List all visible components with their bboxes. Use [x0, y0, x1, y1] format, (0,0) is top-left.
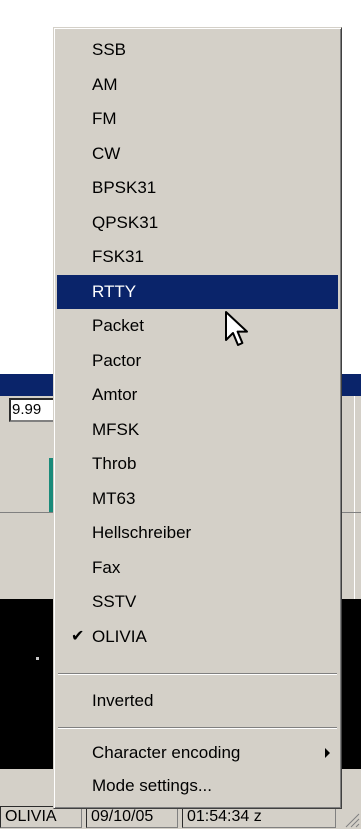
menu-item-label: QPSK31 [92, 212, 159, 232]
menu-item-label: Mode settings... [92, 776, 213, 795]
menu-item-fsk31[interactable]: FSK31 [57, 240, 338, 274]
menu-item-label: SSTV [92, 592, 137, 611]
menu-item-am[interactable]: AM [57, 68, 338, 102]
menu-item-label: RTTY [92, 281, 137, 301]
menu-item-inverted[interactable]: Inverted [57, 684, 338, 718]
menu-item-olivia[interactable]: ✔ OLIVIA [57, 620, 338, 654]
status-mode: OLIVIA [0, 806, 82, 828]
menu-item-fax[interactable]: Fax [57, 551, 338, 585]
app-window-edge [354, 396, 361, 601]
menu-item-pactor[interactable]: Pactor [57, 344, 338, 378]
menu-item-label: Pactor [92, 350, 142, 370]
menu-item-label: Packet [92, 316, 144, 335]
menu-item-mfsk[interactable]: MFSK [57, 413, 338, 447]
menu-item-label: FSK31 [92, 247, 144, 266]
menu-item-label: Inverted [92, 691, 154, 710]
status-time: 01:54:34 z [182, 806, 336, 828]
menu-item-packet[interactable]: Packet [57, 309, 338, 343]
menu-separator [58, 727, 337, 729]
menu-item-qpsk31[interactable]: QPSK31 [57, 206, 338, 240]
menu-item-sstv[interactable]: SSTV [57, 585, 338, 619]
menu-separator [58, 673, 337, 675]
menu-item-label: SSB [92, 40, 127, 59]
menu-item-hellschreiber[interactable]: Hellschreiber [57, 516, 338, 550]
menu-item-label: FM [92, 109, 117, 128]
menu-item-label: BPSK31 [92, 178, 157, 197]
menu-item-amtor[interactable]: Amtor [57, 378, 338, 412]
checkmark-icon: ✔ [71, 627, 85, 645]
submenu-arrow-icon [325, 748, 330, 758]
menu-item-label: Fax [92, 557, 121, 577]
menu-item-label: AM [92, 74, 118, 94]
arrow-pointer-icon [225, 311, 248, 346]
resize-grip-icon[interactable] [340, 806, 360, 828]
menu-item-label: Amtor [92, 385, 138, 404]
menu-item-mt63[interactable]: MT63 [57, 482, 338, 516]
menu-item-label: Character encoding [92, 743, 241, 762]
waterfall-marker [36, 657, 39, 660]
menu-item-label: Throb [92, 454, 137, 473]
menu-item-character-encoding[interactable]: Character encoding [57, 736, 338, 770]
status-date: 09/10/05 [86, 806, 178, 828]
menu-item-label: MT63 [92, 488, 136, 508]
menu-item-label: Hellschreiber [92, 523, 192, 542]
menu-item-ssb[interactable]: SSB [57, 33, 338, 67]
menu-item-bpsk31[interactable]: BPSK31 [57, 171, 338, 205]
menu-item-label: CW [92, 143, 121, 163]
menu-item-label: OLIVIA [92, 626, 147, 646]
menu-item-label: MFSK [92, 419, 140, 439]
menu-item-mode-settings[interactable]: Mode settings... [57, 769, 338, 803]
mode-popup-menu: SSB AM FM CW BPSK31 QPSK31 FSK31 RTTY Packet Pact… [53, 27, 342, 809]
menu-item-rtty[interactable]: RTTY [57, 274, 338, 309]
menu-item-throb[interactable]: Throb [57, 447, 338, 481]
menu-item-cw[interactable]: CW [57, 137, 338, 171]
menu-item-fm[interactable]: FM [57, 102, 338, 136]
